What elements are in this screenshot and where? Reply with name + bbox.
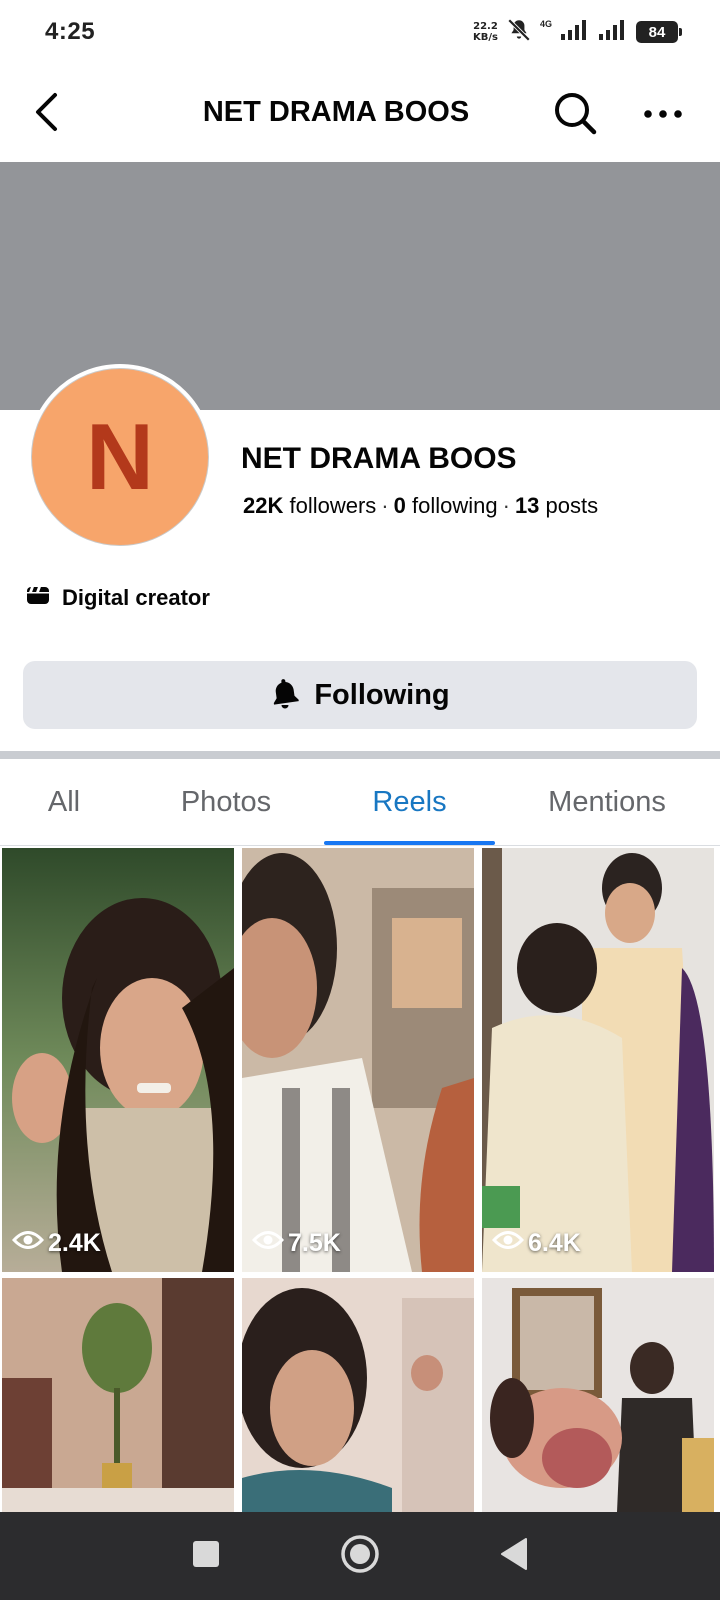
network-speed-value: 22.2: [473, 21, 498, 32]
search-button[interactable]: [550, 90, 600, 140]
home-button[interactable]: [336, 1532, 384, 1580]
system-back-button[interactable]: [490, 1532, 538, 1580]
reels-grid: 2.4K 7.5K 6.4K: [0, 848, 720, 1512]
tab-all[interactable]: All: [0, 759, 128, 845]
eye-icon: [491, 1229, 525, 1258]
following-button-label: Following: [314, 678, 450, 711]
stat-separator: ·: [381, 493, 389, 518]
reel-image: [242, 1278, 474, 1512]
clapperboard-icon: [26, 584, 50, 611]
reel-image: [482, 1278, 714, 1512]
tab-label: Mentions: [548, 785, 666, 818]
followers-count: 22K: [243, 493, 284, 518]
tab-label: Reels: [372, 785, 447, 818]
category-label: Digital creator: [62, 584, 210, 610]
view-count-text: 7.5K: [288, 1229, 341, 1257]
tab-mentions[interactable]: Mentions: [524, 759, 690, 845]
stat-separator: ·: [502, 493, 510, 518]
following-label: following: [412, 493, 498, 518]
view-count-text: 2.4K: [48, 1229, 101, 1257]
avatar-ring: N: [27, 364, 213, 550]
tab-label: Photos: [180, 785, 272, 818]
avatar[interactable]: N: [31, 368, 209, 546]
tab-label: All: [47, 785, 81, 818]
square-icon: [192, 1540, 220, 1573]
active-tab-indicator: [324, 841, 495, 845]
eye-icon: [251, 1229, 285, 1258]
signal-icon: [560, 18, 590, 47]
reel-thumbnail[interactable]: 6.4K: [482, 848, 714, 1272]
following-button[interactable]: Following: [23, 661, 697, 729]
reel-thumbnail[interactable]: 2.4K: [2, 848, 234, 1272]
content-tabs: All Photos Reels Mentions: [0, 759, 720, 846]
reel-image: [482, 848, 714, 1272]
profile-stats: 22K followers · 0 following · 13 posts: [243, 493, 598, 519]
more-options-button[interactable]: [638, 90, 688, 140]
avatar-letter: N: [86, 404, 154, 509]
tab-photos[interactable]: Photos: [160, 759, 292, 845]
reel-view-count: 7.5K: [251, 1229, 341, 1258]
reel-view-count: 6.4K: [491, 1229, 581, 1258]
bell-off-icon: [506, 17, 532, 48]
network-type: 4G: [539, 19, 552, 29]
page-title: NET DRAMA BOOS: [202, 96, 470, 128]
more-dots-icon: [643, 106, 683, 124]
profile-name: NET DRAMA BOOS: [241, 442, 517, 475]
followers-stat[interactable]: 22K followers: [243, 493, 376, 518]
section-divider: [0, 751, 720, 759]
network-speed: 22.2 KB/s: [473, 21, 498, 43]
reel-thumbnail[interactable]: 7.5K: [242, 848, 474, 1272]
reel-image: [2, 1278, 234, 1512]
posts-label: posts: [545, 493, 599, 518]
home-circle-icon: [340, 1534, 380, 1579]
network-speed-unit: KB/s: [473, 32, 498, 43]
reel-image: [242, 848, 474, 1272]
recents-button[interactable]: [182, 1532, 230, 1580]
page-header: NET DRAMA BOOS: [0, 66, 720, 162]
reel-view-count: 2.4K: [11, 1229, 101, 1258]
view-count-text: 6.4K: [528, 1229, 581, 1257]
posts-count: 13: [514, 493, 540, 518]
followers-label: followers: [289, 493, 377, 518]
status-bar: 4:25 22.2 KB/s 4G 84: [0, 0, 720, 66]
eye-icon: [11, 1229, 45, 1258]
signal-icon-2: [598, 18, 628, 47]
triangle-back-icon: [499, 1537, 529, 1576]
tab-reels[interactable]: Reels: [324, 759, 495, 845]
search-icon: [552, 90, 598, 141]
posts-stat: 13 posts: [515, 493, 598, 518]
bell-icon: [270, 677, 300, 714]
battery-indicator: 84: [636, 21, 682, 43]
reel-thumbnail[interactable]: [482, 1278, 714, 1512]
profile-category: Digital creator: [26, 584, 210, 611]
status-indicators: 22.2 KB/s 4G 84: [473, 16, 682, 48]
following-stat[interactable]: 0 following: [394, 493, 498, 518]
reel-image: [2, 848, 234, 1272]
following-count: 0: [393, 493, 406, 518]
system-nav-bar: [0, 1512, 720, 1600]
status-time: 4:25: [45, 18, 96, 45]
reel-thumbnail[interactable]: [242, 1278, 474, 1512]
reel-thumbnail[interactable]: [2, 1278, 234, 1512]
